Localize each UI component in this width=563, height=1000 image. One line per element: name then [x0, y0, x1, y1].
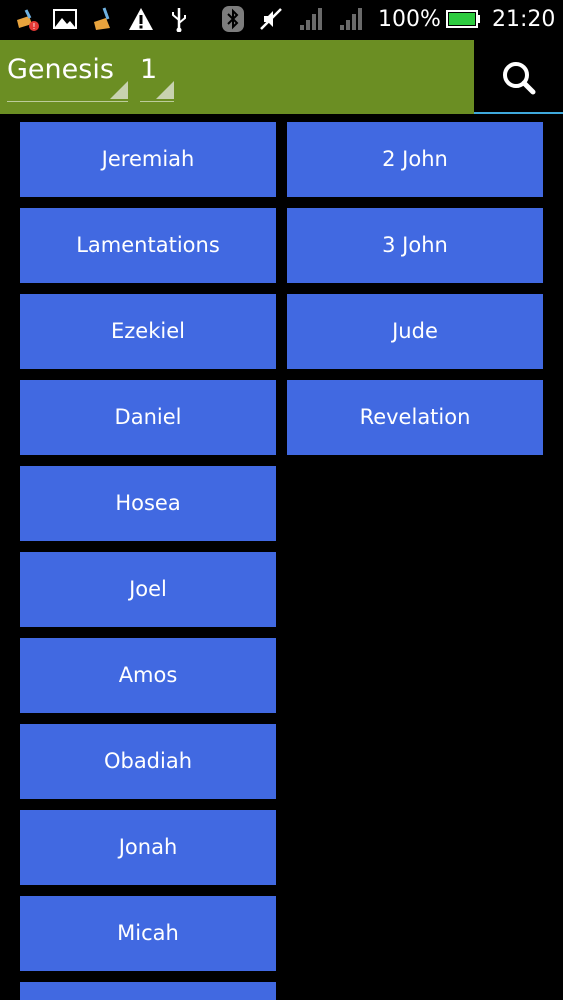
clock: 21:20	[492, 7, 556, 32]
book-button-hosea[interactable]: Hosea	[20, 466, 276, 541]
book-selector-label: Genesis	[7, 54, 114, 85]
cleaner-broom-icon	[94, 7, 110, 30]
gallery-icon	[53, 9, 77, 29]
book-button-ezekiel[interactable]: Ezekiel	[20, 294, 276, 369]
book-button-revelation[interactable]: Revelation	[287, 380, 543, 455]
book-button-partial[interactable]	[20, 982, 276, 1000]
book-button-micah[interactable]: Micah	[20, 896, 276, 971]
book-selector[interactable]: Genesis	[7, 50, 128, 102]
search-icon	[503, 62, 536, 95]
dropdown-arrow-icon	[156, 81, 174, 99]
chapter-selector[interactable]: 1	[140, 50, 174, 102]
search-button[interactable]	[474, 40, 563, 114]
book-button-2-john[interactable]: 2 John	[287, 122, 543, 197]
signal-icon	[300, 8, 322, 30]
muted-icon	[260, 8, 282, 30]
battery-icon	[446, 10, 480, 28]
book-button-3-john[interactable]: 3 John	[287, 208, 543, 283]
book-button-amos[interactable]: Amos	[20, 638, 276, 713]
dropdown-arrow-icon	[110, 81, 128, 99]
book-button-daniel[interactable]: Daniel	[20, 380, 276, 455]
signal-icon-2	[340, 8, 362, 30]
book-button-obadiah[interactable]: Obadiah	[20, 724, 276, 799]
battery-percent: 100%	[378, 7, 441, 32]
cleaner-app-icon: !	[17, 9, 39, 31]
toolbar: Genesis 1	[0, 40, 563, 114]
book-button-jude[interactable]: Jude	[287, 294, 543, 369]
book-button-lamentations[interactable]: Lamentations	[20, 208, 276, 283]
status-bar: ! 100% 21:20	[0, 0, 563, 40]
book-button-jeremiah[interactable]: Jeremiah	[20, 122, 276, 197]
bluetooth-icon	[222, 6, 244, 32]
book-button-joel[interactable]: Joel	[20, 552, 276, 627]
book-button-jonah[interactable]: Jonah	[20, 810, 276, 885]
chapter-selector-label: 1	[140, 54, 158, 85]
svg-text:!: !	[32, 22, 35, 31]
usb-icon	[172, 8, 186, 32]
warning-icon	[129, 8, 153, 30]
